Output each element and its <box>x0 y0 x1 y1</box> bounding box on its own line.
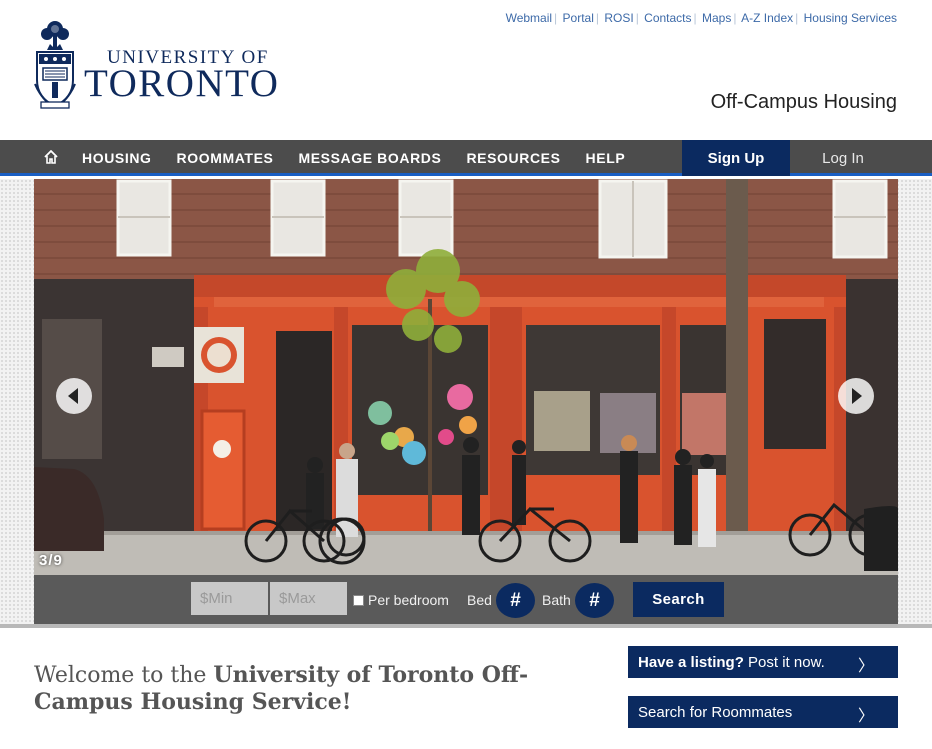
search-roommates-label: Search for Roommates <box>638 703 793 721</box>
main-nav: HOUSING ROOMMATES MESSAGE BOARDS RESOURC… <box>0 140 932 176</box>
nav-item-housing[interactable]: HOUSING <box>82 150 152 166</box>
chevron-right-icon: 〉 <box>857 708 874 725</box>
bed-count-select[interactable]: # <box>496 583 535 618</box>
utility-link-webmail[interactable]: Webmail <box>506 11 552 25</box>
section-divider <box>0 624 932 628</box>
checkbox-box[interactable] <box>353 594 364 606</box>
utility-link-portal[interactable]: Portal <box>563 11 594 25</box>
bath-count-select[interactable]: # <box>575 583 614 618</box>
chevron-right-icon: 〉 <box>857 658 874 675</box>
nav-items: HOUSING ROOMMATES MESSAGE BOARDS RESOURC… <box>82 140 650 176</box>
bath-label: Bath <box>542 592 571 608</box>
min-price-input[interactable]: $Min <box>191 582 268 615</box>
per-bedroom-checkbox[interactable]: Per bedroom <box>353 592 449 608</box>
site-name: Off-Campus Housing <box>710 91 897 113</box>
log-in-button[interactable]: Log In <box>790 140 896 176</box>
utility-link-maps[interactable]: Maps <box>702 11 731 25</box>
max-price-input[interactable]: $Max <box>270 582 347 615</box>
crest-icon <box>34 21 76 109</box>
chevron-left-icon <box>68 388 78 404</box>
search-button[interactable]: Search <box>633 582 724 617</box>
nav-item-message-boards[interactable]: MESSAGE BOARDS <box>298 150 441 166</box>
slide-counter: 3/9 <box>39 552 63 569</box>
search-roommates-button[interactable]: Search for Roommates 〉 <box>628 696 898 728</box>
listing-search-bar: $Min $Max Per bedroom Bed # Bath # Searc… <box>34 575 898 624</box>
utility-link-contacts[interactable]: Contacts <box>644 11 691 25</box>
nav-item-roommates[interactable]: ROOMMATES <box>177 150 274 166</box>
utility-link-rosi[interactable]: ROSI <box>604 11 633 25</box>
welcome-heading: Welcome to the University of Toronto Off… <box>34 662 614 716</box>
post-listing-button[interactable]: Have a listing? Post it now. 〉 <box>628 646 898 678</box>
utility-link-housing-services[interactable]: Housing Services <box>804 11 897 25</box>
slideshow-prev-button[interactable] <box>56 378 92 414</box>
logo-text-line2: TORONTO <box>84 62 280 105</box>
slideshow-next-button[interactable] <box>838 378 874 414</box>
welcome-prefix: Welcome to the <box>34 663 214 688</box>
post-listing-text: Post it now. <box>743 653 825 671</box>
post-listing-bold: Have a listing? <box>638 653 744 671</box>
per-bedroom-label: Per bedroom <box>368 592 449 608</box>
site-header: Webmail | Portal | ROSI | Contacts | Maps | A… <box>0 0 932 140</box>
university-logo[interactable]: UNIVERSITY OF TORONTO <box>33 20 293 112</box>
chevron-right-icon <box>852 388 862 404</box>
nav-item-help[interactable]: HELP <box>586 150 626 166</box>
nav-item-resources[interactable]: RESOURCES <box>466 150 560 166</box>
utility-links: Webmail | Portal | ROSI | Contacts | Maps | A… <box>505 11 897 25</box>
home-icon[interactable] <box>43 149 59 165</box>
sign-up-button[interactable]: Sign Up <box>682 140 790 176</box>
bed-label: Bed <box>467 592 492 608</box>
utility-link-az-index[interactable]: A-Z Index <box>741 11 793 25</box>
slideshow-photo <box>34 179 898 575</box>
